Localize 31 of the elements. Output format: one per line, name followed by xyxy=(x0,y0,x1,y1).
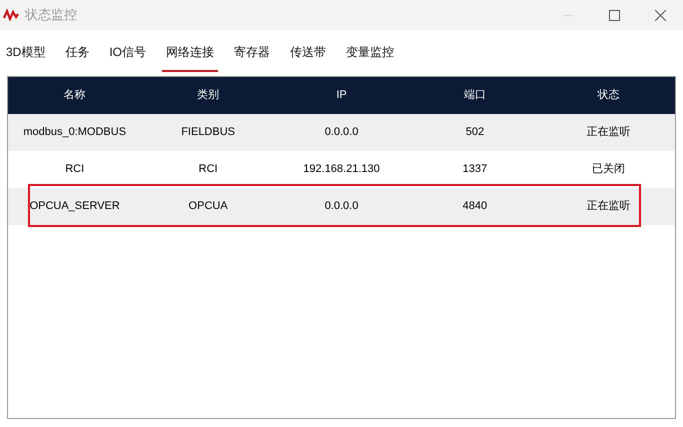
column-header: 名称 xyxy=(62,88,87,104)
table-cell-text: OPCUA_SERVER xyxy=(28,199,121,214)
table-cell-text: 已关闭 xyxy=(590,162,626,178)
table-cell-text: RCI xyxy=(198,162,219,178)
table-cell-text: 4840 xyxy=(462,199,488,214)
table-cell-text: OPCUA xyxy=(188,199,229,214)
table-cell-text: 0.0.0.0 xyxy=(324,199,360,214)
column-header: IP xyxy=(335,88,348,104)
table-cell-text: 502 xyxy=(464,125,486,140)
tab[interactable]: 寄存器 xyxy=(230,34,274,72)
table-cell-text: modbus_0:MODBUS xyxy=(22,125,128,140)
window-title: 状态监控 xyxy=(25,6,77,24)
table-cell-text: 正在监听 xyxy=(585,199,632,214)
column-header: 状态 xyxy=(596,88,620,104)
table-cell-text: 0.0.0.0 xyxy=(324,125,360,140)
column-header: 端口 xyxy=(462,88,487,104)
column-header: 类别 xyxy=(196,88,220,104)
table-cell-text: 正在监听 xyxy=(585,125,632,140)
maximize-icon xyxy=(608,10,620,20)
tab[interactable]: 任务 xyxy=(61,34,94,72)
table-cell-text: FIELDBUS xyxy=(180,125,236,140)
table-cell-text: 1337 xyxy=(462,162,488,178)
table-cell-text: RCI xyxy=(64,162,86,178)
app-logo-icon xyxy=(3,9,19,21)
tab[interactable]: 变量监控 xyxy=(342,34,398,72)
tab[interactable]: IO信号 xyxy=(105,34,150,72)
tab[interactable]: 3D模型 xyxy=(2,34,50,72)
table-cell-text: 192.168.21.130 xyxy=(302,162,381,178)
tab[interactable]: 传送带 xyxy=(286,34,330,72)
tab[interactable]: 网络连接 xyxy=(162,34,218,72)
close-icon xyxy=(654,10,666,20)
